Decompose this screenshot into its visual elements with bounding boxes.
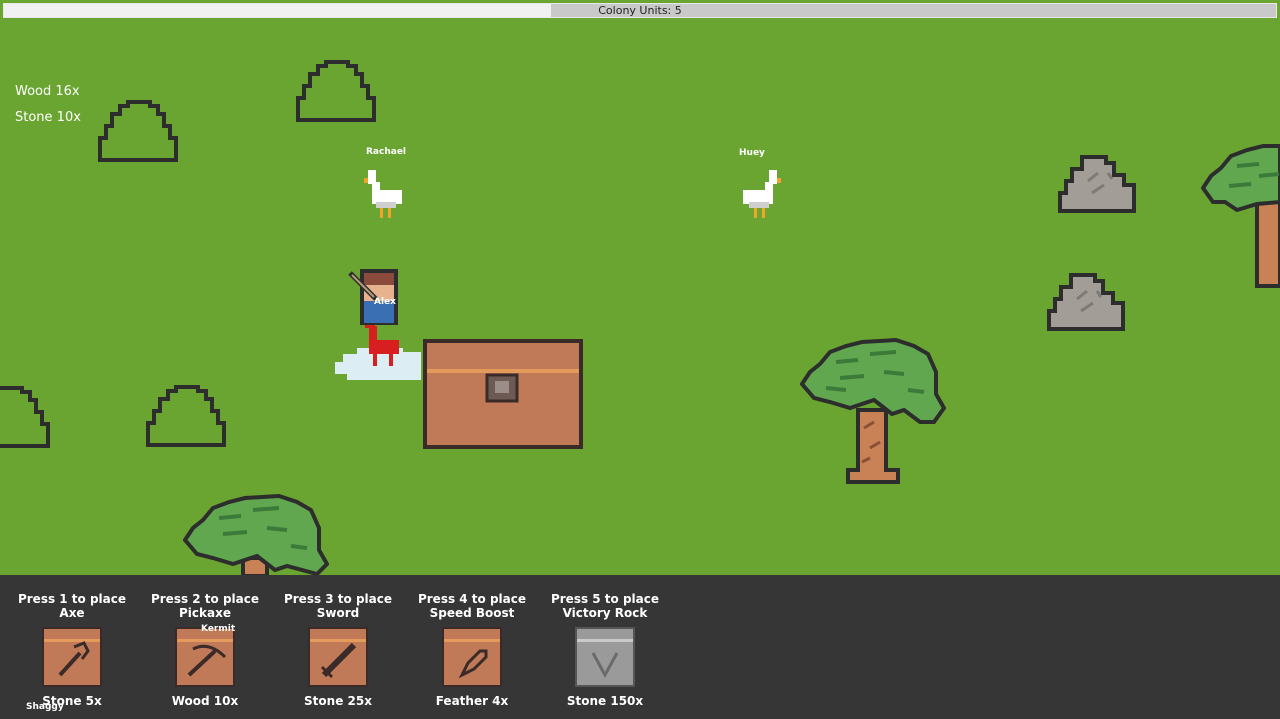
goose-unit[interactable] bbox=[739, 168, 783, 220]
unit-name-label: Rachael bbox=[366, 147, 407, 157]
slot-title: Press 1 to place Axe bbox=[2, 592, 142, 620]
slot-cost: Wood 10x bbox=[171, 694, 239, 708]
bush-outline[interactable] bbox=[98, 100, 178, 162]
bush-outline[interactable] bbox=[0, 386, 50, 448]
slot-title: Press 2 to place Pickaxe bbox=[135, 592, 275, 620]
unit-name-label: Huey bbox=[739, 148, 765, 158]
slot-title: Press 5 to place Victory Rock bbox=[535, 592, 675, 620]
slot-item-name: Axe bbox=[59, 606, 85, 620]
slot-instruction: Press 4 to place bbox=[417, 592, 527, 606]
slot-item-name: Pickaxe bbox=[179, 606, 231, 620]
slot-item-name: Victory Rock bbox=[562, 606, 648, 620]
slot-item-name: Sword bbox=[316, 606, 360, 620]
slot-title: Press 3 to place Sword bbox=[268, 592, 408, 620]
unit-name-label: Kermit bbox=[201, 624, 236, 634]
slot-cost: Stone 150x bbox=[566, 694, 644, 708]
unit-name-label: Shaggy bbox=[26, 702, 64, 712]
bush-outline[interactable] bbox=[146, 385, 226, 447]
stone-rock[interactable] bbox=[1058, 153, 1140, 215]
slot-instruction: Press 1 to place bbox=[17, 592, 127, 606]
feather-icon[interactable] bbox=[442, 627, 502, 687]
tree[interactable] bbox=[1201, 142, 1280, 290]
tree[interactable] bbox=[800, 338, 946, 486]
slot-cost: Feather 4x bbox=[435, 694, 509, 708]
pickaxe-icon[interactable] bbox=[175, 627, 235, 687]
stone-rock[interactable] bbox=[1047, 271, 1129, 333]
wood-counter: Wood 16x bbox=[15, 84, 80, 99]
slot-title: Press 4 to place Speed Boost bbox=[402, 592, 542, 620]
stone-counter: Stone 10x bbox=[15, 110, 81, 125]
build-menu-panel: Press 1 to place Axe Stone 5x Press 2 to… bbox=[0, 575, 1280, 719]
colony-units-bar: Colony Units: 5 bbox=[3, 3, 1277, 18]
slot-item-name: Speed Boost bbox=[429, 606, 515, 620]
slot-cost: Stone 5x bbox=[42, 694, 102, 708]
tree[interactable] bbox=[183, 494, 329, 576]
slot-instruction: Press 3 to place bbox=[283, 592, 393, 606]
unit-name-label: Alex bbox=[374, 297, 396, 307]
bush-outline[interactable] bbox=[296, 60, 376, 122]
sword-icon[interactable] bbox=[308, 627, 368, 687]
slot-cost: Stone 25x bbox=[304, 694, 372, 708]
victory-rock-icon[interactable] bbox=[575, 627, 635, 687]
treasure-chest[interactable] bbox=[423, 339, 583, 449]
slot-instruction: Press 2 to place bbox=[150, 592, 260, 606]
goose-unit[interactable] bbox=[362, 168, 406, 220]
axe-icon[interactable] bbox=[42, 627, 102, 687]
colony-units-label: Colony Units: 5 bbox=[598, 4, 682, 17]
slot-instruction: Press 5 to place bbox=[550, 592, 660, 606]
